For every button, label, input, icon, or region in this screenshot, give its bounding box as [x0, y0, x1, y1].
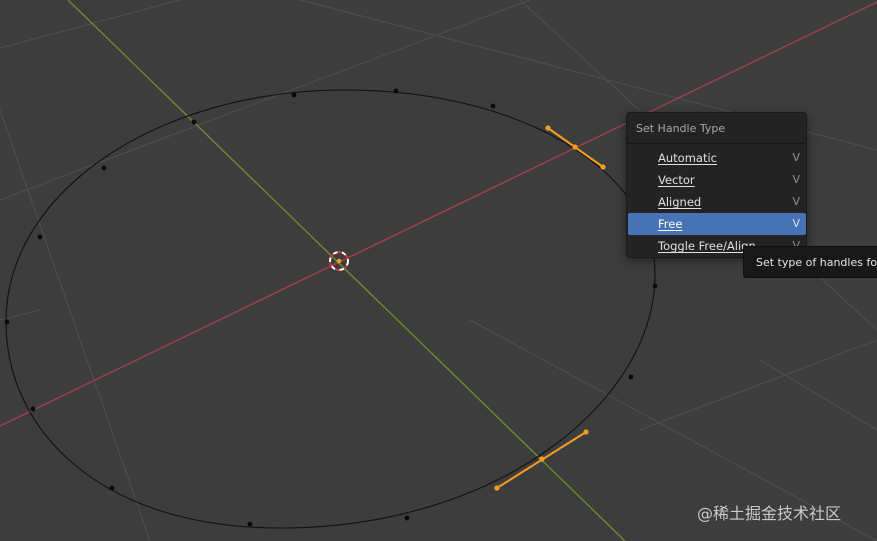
menu-item-label: Aligned: [658, 195, 702, 209]
watermark: @稀土掘金技术社区: [697, 504, 842, 523]
menu-item-shortcut: V: [792, 195, 800, 208]
menu-item-aligned[interactable]: Aligned V: [628, 191, 806, 213]
menu-item-automatic[interactable]: Automatic V: [628, 147, 806, 169]
menu-item-shortcut: V: [792, 217, 800, 230]
menu-item-shortcut: V: [792, 151, 800, 164]
menu-item-free[interactable]: Free V: [628, 213, 806, 235]
selected-handle-top[interactable]: [545, 125, 606, 170]
control-points[interactable]: [4, 88, 658, 527]
menu-item-vector[interactable]: Vector V: [628, 169, 806, 191]
menu-item-label: Vector: [658, 173, 695, 187]
menu-item-label: Free: [658, 217, 683, 231]
menu-divider: [628, 143, 805, 144]
menu-item-label: Automatic: [658, 151, 717, 165]
3d-cursor-icon[interactable]: [329, 251, 349, 271]
selected-handle-bottom[interactable]: [494, 429, 589, 491]
menu-item-label: Toggle Free/Align: [658, 239, 756, 253]
tooltip: Set type of handles for se: [743, 246, 877, 278]
set-handle-type-menu: Set Handle Type Automatic V Vector V Ali…: [626, 112, 807, 258]
menu-item-shortcut: V: [792, 173, 800, 186]
menu-title: Set Handle Type: [636, 122, 726, 135]
